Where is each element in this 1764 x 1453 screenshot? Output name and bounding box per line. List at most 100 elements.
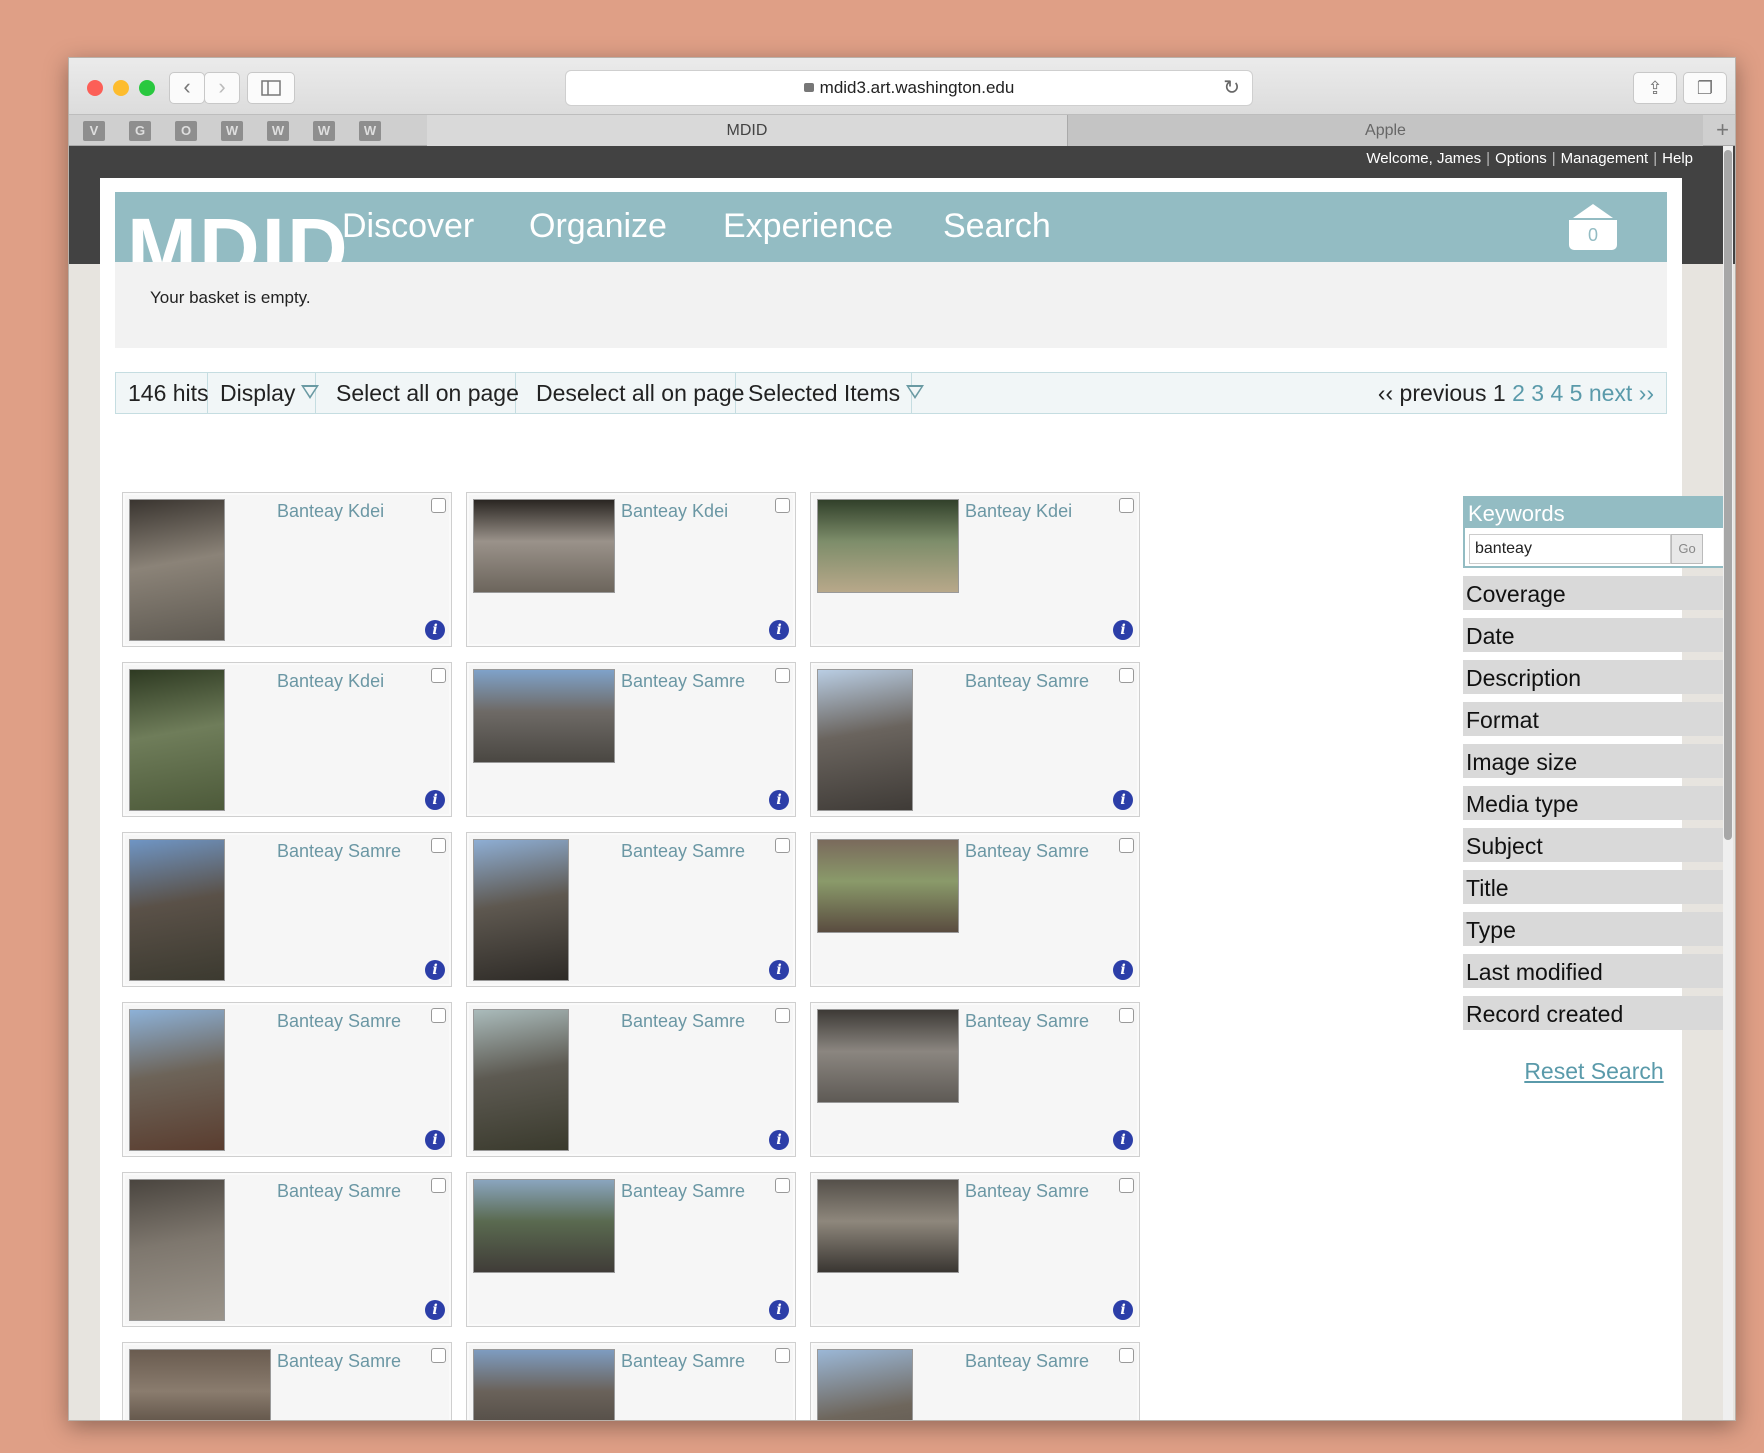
result-thumbnail[interactable]	[473, 839, 569, 981]
new-tab-button[interactable]: +	[1716, 115, 1729, 145]
keywords-input[interactable]	[1469, 534, 1671, 564]
select-checkbox[interactable]	[775, 1008, 790, 1023]
pager-previous[interactable]: ‹‹ previous	[1378, 380, 1487, 406]
select-checkbox[interactable]	[775, 1348, 790, 1363]
result-title[interactable]: Banteay Samre	[277, 1181, 401, 1202]
share-button[interactable]: ⇪	[1633, 72, 1677, 104]
select-all-button[interactable]: Select all on page	[316, 373, 519, 413]
result-title[interactable]: Banteay Samre	[965, 841, 1089, 862]
tabs-overview-button[interactable]: ❐	[1683, 72, 1727, 104]
info-icon[interactable]: i	[1113, 620, 1133, 640]
select-checkbox[interactable]	[1119, 668, 1134, 683]
select-checkbox[interactable]	[1119, 498, 1134, 513]
info-icon[interactable]: i	[769, 1300, 789, 1320]
result-thumbnail[interactable]	[129, 1009, 225, 1151]
result-card[interactable]: Banteay Samrei	[122, 1172, 452, 1327]
result-thumbnail[interactable]	[817, 499, 959, 593]
select-checkbox[interactable]	[775, 498, 790, 513]
result-card[interactable]: Banteay Samrei	[122, 1342, 452, 1420]
result-thumbnail[interactable]	[129, 1349, 271, 1420]
tab-apple[interactable]: Apple	[1067, 115, 1703, 146]
result-title[interactable]: Banteay Kdei	[965, 501, 1072, 522]
minimize-window-button[interactable]	[113, 80, 129, 96]
facet-item[interactable]: Last modified	[1463, 954, 1725, 988]
result-card[interactable]: Banteay Samrei	[122, 832, 452, 987]
select-checkbox[interactable]	[1119, 1178, 1134, 1193]
mdid-logo[interactable]: MDID	[127, 206, 350, 262]
pager-page[interactable]: 3	[1531, 380, 1544, 406]
facet-item[interactable]: Description	[1463, 660, 1725, 694]
result-card[interactable]: Banteay Samre i	[466, 1172, 796, 1327]
result-title[interactable]: Banteay Samre	[621, 671, 745, 692]
result-thumbnail[interactable]	[817, 669, 913, 811]
info-icon[interactable]: i	[425, 790, 445, 810]
select-checkbox[interactable]	[431, 1008, 446, 1023]
result-title[interactable]: Banteay Samre	[965, 671, 1089, 692]
close-window-button[interactable]	[87, 80, 103, 96]
pager-page[interactable]: 2	[1512, 380, 1525, 406]
result-card[interactable]: Banteay Kdei i	[122, 662, 452, 817]
facet-item[interactable]: Date	[1463, 618, 1725, 652]
result-thumbnail[interactable]	[473, 1179, 615, 1273]
nav-organize[interactable]: Organize	[529, 207, 667, 246]
result-thumbnail[interactable]	[129, 499, 225, 641]
info-icon[interactable]: i	[769, 1130, 789, 1150]
nav-experience[interactable]: Experience	[723, 207, 893, 246]
result-card[interactable]: Banteay Samre i	[810, 1172, 1140, 1327]
display-dropdown[interactable]: Display	[208, 373, 320, 413]
result-thumbnail[interactable]	[129, 1179, 225, 1321]
result-card[interactable]: Banteay Kdei i	[810, 492, 1140, 647]
select-checkbox[interactable]	[775, 1178, 790, 1193]
result-card[interactable]: Banteay Samre i	[466, 662, 796, 817]
result-thumbnail[interactable]	[473, 1349, 615, 1420]
facet-item[interactable]: Media type	[1463, 786, 1725, 820]
info-icon[interactable]: i	[1113, 790, 1133, 810]
pager-page[interactable]: 5	[1570, 380, 1583, 406]
options-link[interactable]: Options	[1495, 150, 1547, 167]
result-card[interactable]: Banteay Samrei	[810, 1002, 1140, 1157]
result-title[interactable]: Banteay Samre	[621, 1181, 745, 1202]
deselect-all-button[interactable]: Deselect all on page	[516, 373, 744, 413]
facet-item[interactable]: Title	[1463, 870, 1725, 904]
facet-item[interactable]: Record created	[1463, 996, 1725, 1030]
result-title[interactable]: Banteay Samre	[621, 1351, 745, 1372]
result-title[interactable]: Banteay Samre	[965, 1351, 1089, 1372]
nav-search[interactable]: Search	[943, 207, 1051, 246]
bookmark-favicon[interactable]: W	[313, 121, 335, 141]
result-card[interactable]: Banteay Samrei	[122, 1002, 452, 1157]
result-title[interactable]: Banteay Samre	[965, 1011, 1089, 1032]
zoom-window-button[interactable]	[139, 80, 155, 96]
result-thumbnail[interactable]	[129, 839, 225, 981]
select-checkbox[interactable]	[431, 1348, 446, 1363]
info-icon[interactable]: i	[1113, 1300, 1133, 1320]
tab-mdid[interactable]: MDID	[427, 115, 1067, 146]
result-title[interactable]: Banteay Kdei	[277, 501, 384, 522]
reload-icon[interactable]: ↻	[1223, 71, 1240, 105]
bookmark-favicon[interactable]: O	[175, 121, 197, 141]
forward-button[interactable]: ›	[204, 72, 240, 104]
result-title[interactable]: Banteay Samre	[965, 1181, 1089, 1202]
result-thumbnail[interactable]	[473, 499, 615, 593]
select-checkbox[interactable]	[775, 838, 790, 853]
address-bar[interactable]: mdid3.art.washington.edu ↻	[565, 70, 1253, 106]
info-icon[interactable]: i	[769, 620, 789, 640]
selected-items-dropdown[interactable]: Selected Items	[736, 373, 925, 413]
result-title[interactable]: Banteay Samre	[621, 841, 745, 862]
result-thumbnail[interactable]	[129, 669, 225, 811]
result-thumbnail[interactable]	[817, 1349, 913, 1420]
result-thumbnail[interactable]	[473, 1009, 569, 1151]
info-icon[interactable]: i	[425, 960, 445, 980]
select-checkbox[interactable]	[1119, 838, 1134, 853]
facet-item[interactable]: Type	[1463, 912, 1725, 946]
help-link[interactable]: Help	[1662, 150, 1693, 167]
select-checkbox[interactable]	[431, 498, 446, 513]
facet-item[interactable]: Subject	[1463, 828, 1725, 862]
sidebar-toggle-button[interactable]	[247, 72, 295, 104]
info-icon[interactable]: i	[425, 620, 445, 640]
result-card[interactable]: Banteay Samre i	[810, 662, 1140, 817]
result-thumbnail[interactable]	[817, 1179, 959, 1273]
result-card[interactable]: Banteay Samrei	[466, 1342, 796, 1420]
select-checkbox[interactable]	[431, 1178, 446, 1193]
reset-search-link[interactable]: Reset Search	[1463, 1058, 1725, 1085]
info-icon[interactable]: i	[769, 790, 789, 810]
